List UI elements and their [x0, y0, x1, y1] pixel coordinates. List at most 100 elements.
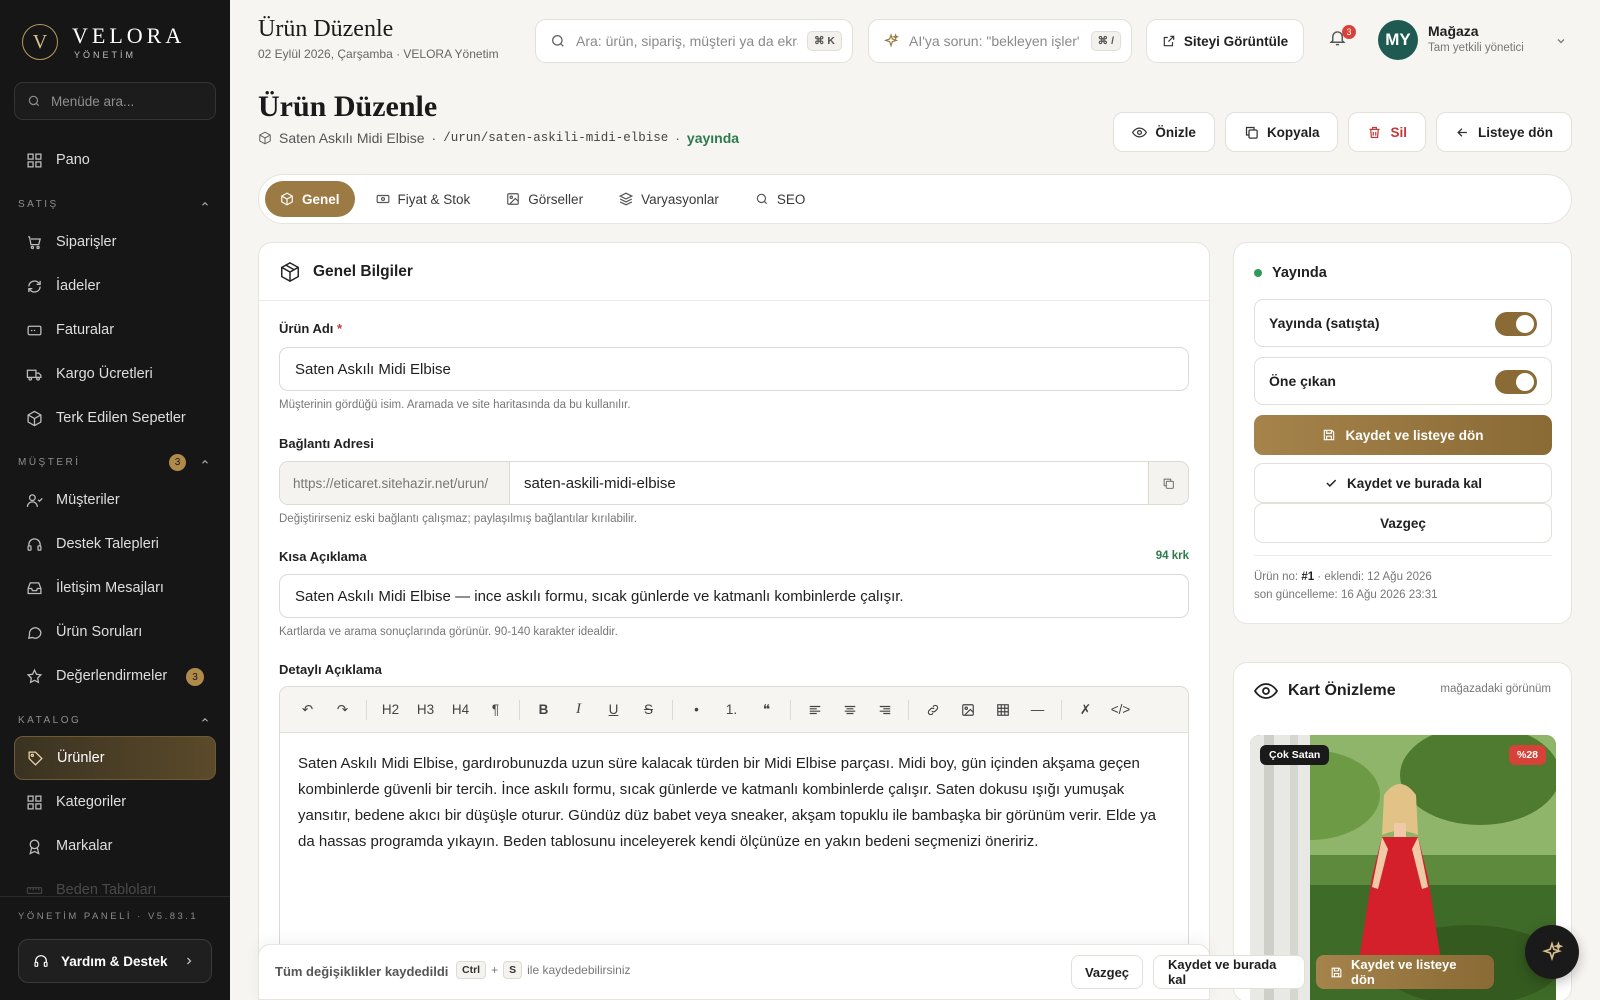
sidebar-item-kategoriler[interactable]: Kategoriler — [14, 780, 216, 824]
sidebar-item-label: Ürün Soruları — [56, 624, 143, 640]
bullet-list-icon[interactable]: • — [679, 695, 714, 725]
box-icon — [280, 192, 294, 206]
sidebar-item-urun-sorulari[interactable]: Ürün Soruları — [14, 610, 216, 654]
tab-seo[interactable]: SEO — [740, 181, 821, 217]
italic-button[interactable]: I — [561, 695, 596, 725]
sidebar-item-urunler[interactable]: Ürünler — [14, 736, 216, 780]
toggle-live-switch[interactable] — [1495, 312, 1537, 336]
underline-button[interactable]: U — [596, 695, 631, 725]
brand-sub: YÖNETİM — [74, 49, 137, 60]
nav-section-katalog[interactable]: KATALOG — [14, 704, 216, 736]
delete-button[interactable]: Sil — [1348, 112, 1426, 152]
chevron-down-icon[interactable] — [1555, 35, 1567, 47]
table-icon[interactable] — [985, 695, 1020, 725]
url-label: Bağlantı Adresi — [279, 436, 374, 451]
bold-button[interactable]: B — [526, 695, 561, 725]
url-slug-input[interactable]: saten-askili-midi-elbise — [510, 462, 1148, 504]
heading2-button[interactable]: H2 — [373, 695, 408, 725]
sidebar-item-iletisim-mesajlari[interactable]: İletişim Mesajları — [14, 566, 216, 610]
copy-icon — [1244, 125, 1259, 140]
toggle-featured-switch[interactable] — [1495, 370, 1537, 394]
align-left-icon[interactable] — [797, 695, 832, 725]
align-right-icon[interactable] — [867, 695, 902, 725]
tab-gorseller[interactable]: Görseller — [491, 181, 598, 217]
copy-button[interactable]: Kopyala — [1224, 112, 1339, 152]
sidebar-item-faturalar[interactable]: Faturalar — [14, 308, 216, 352]
eye-icon — [1132, 125, 1148, 140]
sidebar-search-placeholder: Menüde ara... — [51, 93, 135, 109]
page-actions: Önizle Kopyala Sil Listeye dön — [1113, 112, 1572, 152]
sidebar-search-input[interactable]: Menüde ara... — [14, 82, 216, 120]
help-support-button[interactable]: Yardım & Destek — [18, 939, 212, 983]
sidebar-item-destek-talepleri[interactable]: Destek Talepleri — [14, 522, 216, 566]
align-center-icon[interactable] — [832, 695, 867, 725]
sidebar-item-siparisler[interactable]: Siparişler — [14, 220, 216, 264]
nav-section-musteri[interactable]: MÜŞTERİ 3 — [14, 446, 216, 478]
name-hint: Müşterinin gördüğü isim. Aramada ve site… — [279, 399, 631, 411]
sidebar-item-iadeler[interactable]: İadeler — [14, 264, 216, 308]
save-and-back-button[interactable]: Kaydet ve listeye dön — [1254, 415, 1552, 455]
ai-assistant-fab[interactable] — [1525, 925, 1579, 979]
ordered-list-icon[interactable]: 1. — [714, 695, 749, 725]
quote-icon[interactable]: ❝ — [749, 695, 784, 725]
sidebar-item-kargo[interactable]: Kargo Ücretleri — [14, 352, 216, 396]
bottom-save-back-button[interactable]: Kaydet ve listeye dön — [1316, 955, 1494, 989]
sidebar-item-label: Kategoriler — [56, 794, 127, 810]
brand-logo[interactable]: V VELORA YÖNETİM — [22, 24, 185, 60]
strike-button[interactable]: S — [631, 695, 666, 725]
product-name-input[interactable]: Saten Askılı Midi Elbise — [279, 347, 1189, 391]
image-icon[interactable] — [950, 695, 985, 725]
redo-icon[interactable]: ↷ — [325, 695, 360, 725]
sidebar-item-musteriler[interactable]: Müşteriler — [14, 478, 216, 522]
sidebar-item-label: İadeler — [56, 278, 101, 294]
toolbar-divider — [1061, 699, 1062, 720]
horizontal-rule-icon[interactable]: — — [1020, 695, 1055, 725]
copy-url-button[interactable] — [1148, 462, 1188, 504]
bottom-cancel-button[interactable]: Vazgeç — [1071, 955, 1143, 989]
tab-label: Görseller — [528, 191, 584, 207]
ai-assistant-input[interactable]: AI'ya sorun: "bekleyen işler" ⌘ / — [868, 19, 1132, 63]
avatar[interactable]: MY — [1378, 20, 1418, 60]
code-view-icon[interactable]: </> — [1103, 695, 1138, 725]
tab-fiyat-stok[interactable]: Fiyat & Stok — [361, 181, 486, 217]
link-icon[interactable] — [915, 695, 950, 725]
sidebar-item-pano[interactable]: Pano — [14, 138, 216, 182]
clear-format-icon[interactable]: ✗ — [1068, 695, 1103, 725]
sparkle-icon — [883, 33, 899, 49]
undo-icon[interactable]: ↶ — [290, 695, 325, 725]
sidebar-item-markalar[interactable]: Markalar — [14, 824, 216, 868]
users-icon — [26, 492, 43, 509]
heading4-button[interactable]: H4 — [443, 695, 478, 725]
short-description-input[interactable]: Saten Askılı Midi Elbise — ince askılı f… — [279, 574, 1189, 618]
search-placeholder: Ara: ürün, sipariş, müşteri ya da ekran — [576, 33, 798, 49]
heading3-button[interactable]: H3 — [408, 695, 443, 725]
tab-label: SEO — [776, 191, 806, 207]
sidebar-item-terk-edilen-sepetler[interactable]: Terk Edilen Sepetler — [14, 396, 216, 440]
back-to-list-button[interactable]: Listeye dön — [1435, 112, 1572, 152]
copy-icon — [1162, 477, 1175, 490]
preview-header: Kart Önizleme — [1254, 679, 1396, 703]
save-back-label: Kaydet ve listeye dön — [1351, 957, 1457, 987]
search-icon — [755, 192, 769, 206]
user-name[interactable]: Mağaza — [1428, 23, 1479, 39]
paragraph-icon[interactable]: ¶ — [478, 695, 513, 725]
tab-genel[interactable]: Genel — [265, 181, 355, 217]
tab-varyasyonlar[interactable]: Varyasyonlar — [604, 181, 734, 217]
global-search-input[interactable]: Ara: ürün, sipariş, müşteri ya da ekran … — [535, 19, 853, 63]
editor-content[interactable]: Saten Askılı Midi Elbise, gardırobunuzda… — [280, 733, 1188, 873]
delete-label: Sil — [1390, 124, 1407, 140]
url-hint: Değiştirirseniz eski bağlantı çalışmaz; … — [279, 513, 637, 525]
box-icon — [279, 261, 301, 283]
cancel-button[interactable]: Vazgeç — [1254, 503, 1552, 543]
money-icon — [376, 192, 390, 206]
nav-section-satis[interactable]: SATIŞ — [14, 188, 216, 220]
dashboard-icon — [26, 152, 43, 169]
sidebar-item-degerlendirmeler[interactable]: Değerlendirmeler 3 — [14, 654, 216, 698]
view-site-button[interactable]: Siteyi Görüntüle — [1146, 19, 1304, 63]
version-label: YÖNETİM PANELİ · V5.83.1 — [18, 911, 199, 922]
save-and-stay-button[interactable]: Kaydet ve burada kal — [1254, 463, 1552, 503]
save-bar: Tüm değişiklikler kaydedildi Ctrl + S il… — [258, 944, 1494, 1000]
award-icon — [26, 838, 43, 855]
bottom-save-stay-button[interactable]: Kaydet ve burada kal — [1153, 955, 1305, 989]
preview-button[interactable]: Önizle — [1113, 112, 1215, 152]
